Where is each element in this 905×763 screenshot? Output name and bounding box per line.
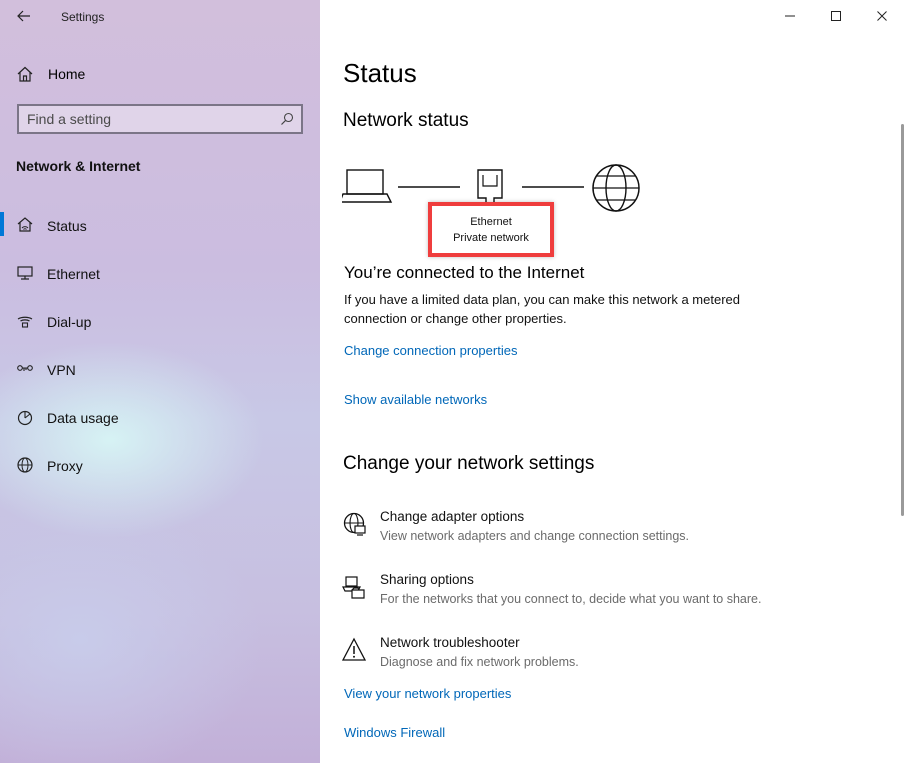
sidebar-nav: Status Ethernet Dial-up VPN Data usage P… (0, 208, 320, 496)
connected-description: If you have a limited data plan, you can… (344, 292, 740, 326)
sidebar-item-home[interactable]: Home (0, 57, 320, 91)
sidebar-item-label: Ethernet (47, 266, 100, 282)
sidebar-item-label: Dial-up (47, 314, 92, 330)
tooltip-adapter: Ethernet (470, 215, 512, 228)
sidebar-item-label: VPN (47, 362, 76, 378)
sidebar-item-label: Proxy (47, 458, 83, 474)
connection-tooltip: Ethernet Private network (428, 202, 554, 257)
internet-globe-icon (592, 164, 640, 212)
search-input[interactable] (27, 110, 267, 128)
sidebar-item-dial-up[interactable]: Dial-up (0, 304, 320, 352)
option-desc: For the networks that you connect to, de… (380, 592, 762, 606)
option-desc: Diagnose and fix network problems. (380, 655, 579, 669)
home-network-icon (17, 217, 33, 232)
monitor-icon (17, 266, 33, 280)
search-box[interactable] (17, 104, 303, 134)
maximize-icon (831, 11, 841, 21)
ethernet-port-icon (477, 169, 503, 205)
data-usage-icon (17, 410, 33, 426)
globe-icon (17, 457, 33, 473)
option-title: Change adapter options (380, 509, 525, 524)
home-icon (17, 66, 33, 82)
sidebar-item-label: Data usage (47, 410, 119, 426)
vpn-icon (17, 365, 33, 371)
sharing-options[interactable]: Sharing options For the networks that yo… (342, 572, 842, 616)
show-available-networks-link[interactable]: Show available networks (344, 392, 487, 407)
search-icon[interactable] (279, 111, 295, 127)
option-title: Sharing options (380, 572, 474, 587)
title-bar: Settings (0, 0, 320, 32)
maximize-button[interactable] (813, 0, 859, 32)
app-title: Settings (61, 10, 105, 24)
network-troubleshooter[interactable]: Network troubleshooter Diagnose and fix … (342, 635, 842, 679)
sidebar: Settings Home Network & Internet Status (0, 0, 320, 763)
page-title: Status (343, 58, 417, 88)
network-status-heading: Network status (343, 110, 469, 131)
minimize-button[interactable] (767, 0, 813, 32)
section-title: Network & Internet (16, 158, 141, 174)
option-desc: View network adapters and change connect… (380, 529, 689, 543)
main-content: Status Network status Ethernet Private n… (320, 0, 905, 763)
option-title: Network troubleshooter (380, 635, 520, 650)
sidebar-item-vpn[interactable]: VPN (0, 352, 320, 400)
minimize-icon (785, 15, 795, 17)
scrollbar[interactable] (901, 124, 904, 516)
back-button[interactable] (10, 4, 38, 28)
sharing-icon (342, 576, 365, 599)
sidebar-item-data-usage[interactable]: Data usage (0, 400, 320, 448)
sidebar-item-label: Status (47, 218, 87, 234)
change-adapter-options[interactable]: Change adapter options View network adap… (342, 509, 842, 553)
laptop-icon (342, 169, 393, 203)
phone-icon (17, 316, 33, 328)
view-network-properties-link[interactable]: View your network properties (344, 686, 511, 701)
change-connection-properties-link[interactable]: Change connection properties (344, 343, 517, 358)
sidebar-item-status[interactable]: Status (0, 208, 320, 256)
close-button[interactable] (859, 0, 905, 32)
back-arrow-icon (17, 10, 30, 22)
change-settings-heading: Change your network settings (343, 453, 595, 474)
sidebar-item-ethernet[interactable]: Ethernet (0, 256, 320, 304)
tooltip-network-type: Private network (453, 231, 529, 244)
sidebar-item-proxy[interactable]: Proxy (0, 448, 320, 496)
home-label: Home (48, 66, 86, 82)
adapter-icon (343, 512, 366, 536)
close-icon (877, 11, 887, 21)
warning-icon (342, 637, 367, 661)
windows-firewall-link[interactable]: Windows Firewall (344, 725, 445, 740)
window-controls (767, 0, 905, 32)
connected-heading: You’re connected to the Internet (344, 263, 585, 282)
